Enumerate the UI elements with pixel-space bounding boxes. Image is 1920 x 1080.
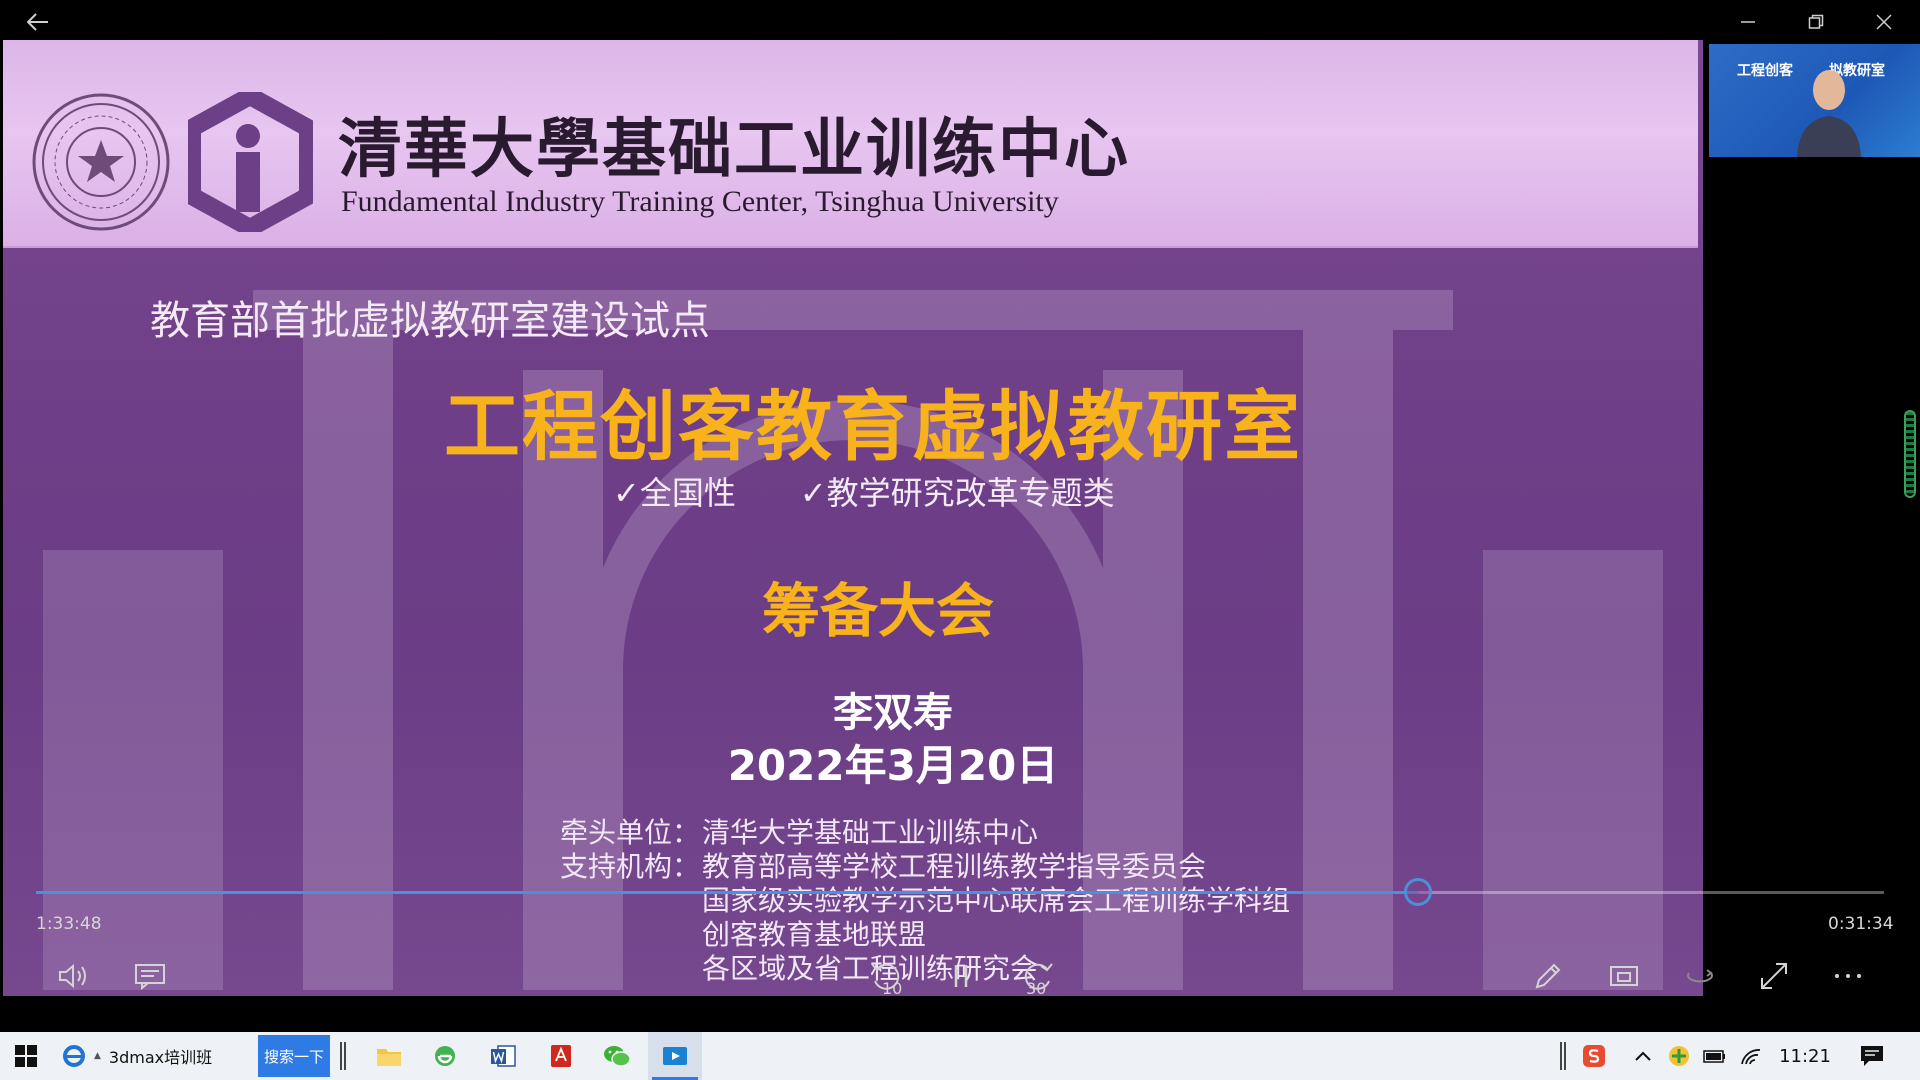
center-name-chinese: 清華大學基础工业训练中心 [338,112,1130,187]
wifi-icon [1741,1049,1761,1065]
side-scroll-indicator[interactable] [1904,410,1916,498]
skip-back-seconds: 10 [882,979,903,998]
taskbar-video-player[interactable] [648,1032,702,1080]
back-arrow-icon [27,13,48,31]
picture-in-picture-icon [1610,966,1638,986]
minimize-icon [1741,21,1755,23]
battery-icon [1703,1050,1725,1063]
dropdown-arrow-icon: ▲ [94,1051,101,1061]
annotate-button[interactable] [1528,956,1568,996]
taskbar-separator [1564,1042,1566,1070]
seek-bar-progress [36,891,1419,894]
folder-icon [377,1049,401,1066]
volume-button[interactable] [54,956,94,996]
pause-icon [954,965,968,987]
tag-national: ✓全国性 [613,474,736,512]
taskbar-separator [344,1042,346,1070]
tray-security-app[interactable] [1664,1032,1694,1080]
video-player-icon [663,1047,687,1065]
skip-forward-seconds: 30 [1026,979,1047,998]
time-elapsed: 1:33:48 [36,914,102,934]
pip-caption-left: 工程创客 [1737,63,1793,79]
more-icon [1835,974,1861,978]
center-name-english: Fundamental Industry Training Center, Ts… [341,185,1059,218]
notification-icon [1861,1046,1883,1066]
tray-wifi[interactable] [1736,1032,1766,1080]
tray-show-hidden[interactable] [1628,1032,1658,1080]
word-icon [491,1045,516,1067]
speaker-person-image [1797,70,1861,157]
restore-button[interactable] [1786,0,1846,44]
lead-org-label: 牵头单位： [560,816,701,849]
event-date: 2022年3月20日 [727,741,1059,790]
ie-tab-label: 3dmax培训班 [108,1048,213,1067]
support-org-value: 教育部高等学校工程训练教学指导委员会 [702,850,1207,883]
tsinghua-seal-logo [32,93,170,231]
captions-icon [135,964,165,990]
pdf-icon [551,1045,571,1067]
search-button[interactable]: 搜索一下 [258,1035,330,1077]
chevron-up-icon [1635,1051,1651,1061]
side-panel [1703,40,1920,996]
app-window: 清華大學基础工业训练中心 Fundamental Industry Traini… [0,0,1920,1080]
ie-search-box[interactable]: ▲ 3dmax培训班 [56,1032,256,1080]
taskbar-pdf-reader[interactable] [534,1032,588,1080]
taskbar-360-browser[interactable] [418,1032,472,1080]
speaker-name: 李双寿 [833,690,953,736]
skip-forward-button[interactable]: 30 [1018,956,1058,998]
mini-view-button[interactable] [1604,956,1644,996]
organizers-block: 牵头单位： 清华大学基础工业训练中心 支持机构： 教育部高等学校工程训练教学指导… [560,816,1290,986]
presentation-slide[interactable]: 清華大學基础工业训练中心 Fundamental Industry Traini… [3,40,1703,996]
title-bar [0,0,1920,44]
tray-action-center[interactable] [1854,1032,1890,1080]
taskbar-word[interactable] [476,1032,530,1080]
volume-icon [59,963,86,989]
view-360-button[interactable] [1680,956,1720,996]
sogou-input-icon [1583,1045,1605,1067]
windows-taskbar: ▲ 3dmax培训班 搜索一下 11:21 [0,1032,1920,1080]
back-button[interactable] [8,0,68,44]
rotate-360-icon [1687,969,1713,983]
captions-button[interactable] [130,956,170,996]
minimize-button[interactable] [1718,0,1778,44]
lead-org-value: 清华大学基础工业训练中心 [702,816,1039,849]
close-icon [1876,14,1892,30]
shield-icon [1669,1046,1689,1066]
close-button[interactable] [1854,0,1914,44]
time-remaining: 0:31:34 [1828,914,1894,934]
slide-main-title: 工程创客教育虚拟教研室 [444,382,1302,471]
fullscreen-button[interactable] [1754,956,1794,996]
pause-button[interactable] [946,956,976,996]
seek-bar[interactable] [36,878,1884,906]
skip-back-button[interactable]: 10 [866,956,906,998]
taskbar-clock[interactable]: 11:21 [1770,1032,1840,1080]
slide-header-banner: 清華大學基础工业训练中心 Fundamental Industry Traini… [3,40,1698,248]
taskbar-file-explorer[interactable] [362,1032,416,1080]
wechat-icon [604,1046,631,1067]
tray-sogou-input[interactable] [1576,1032,1612,1080]
browser-360-icon [435,1046,455,1066]
pen-icon [1535,963,1561,989]
training-center-logo [188,92,313,232]
pilot-program-line: 教育部首批虚拟教研室建设试点 [150,298,710,344]
windows-logo-icon [15,1045,37,1067]
category-tags: ✓全国性 ✓教学研究改革专题类 [613,468,1115,514]
support-org-value: 创客教育基地联盟 [702,918,927,951]
taskbar-separator [1560,1042,1562,1070]
taskbar-separator [340,1042,342,1070]
ie-browser-icon [63,1045,85,1067]
more-options-button[interactable] [1828,956,1868,996]
fullscreen-icon [1761,963,1787,989]
support-org-label: 支持机构： [560,850,701,883]
start-button[interactable] [0,1032,52,1080]
tag-teaching-reform: ✓教学研究改革专题类 [799,474,1115,512]
tray-battery[interactable] [1700,1032,1730,1080]
speaker-video-pip[interactable]: 工程创客 拟教研室 [1709,44,1920,157]
support-org-value: 国家级实验教学示范中心联席会工程训练学科组 [702,884,1291,917]
taskbar-wechat[interactable] [590,1032,644,1080]
restore-icon [1808,14,1824,29]
support-org-value: 各区域及省工程训练研究会 [702,952,1039,985]
slide-subtitle: 筹备大会 [761,577,994,645]
